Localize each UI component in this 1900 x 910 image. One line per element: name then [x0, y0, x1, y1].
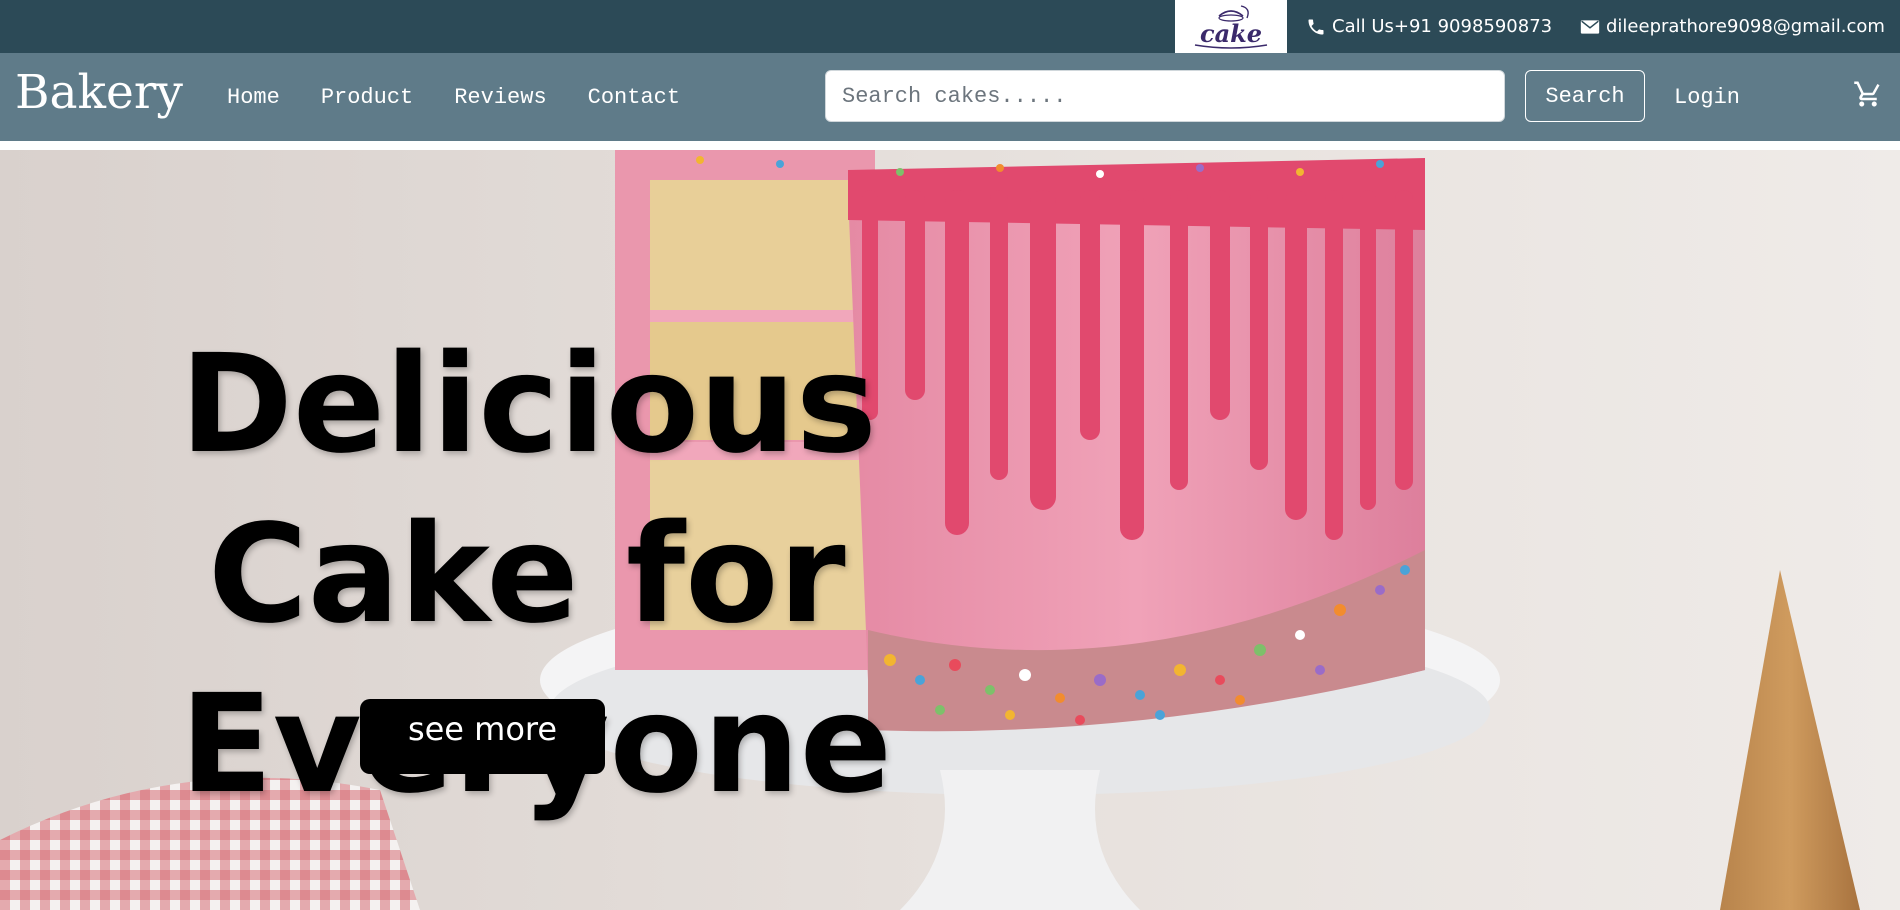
- brand-logo[interactable]: Bakery: [15, 67, 183, 119]
- search-input[interactable]: [825, 70, 1505, 122]
- nav-contact[interactable]: Contact: [588, 85, 680, 110]
- search-button[interactable]: Search: [1525, 70, 1645, 122]
- phone-icon: [1308, 19, 1324, 34]
- main-navbar: Bakery Home Product Reviews Contact Sear…: [0, 53, 1900, 141]
- nav-home[interactable]: Home: [227, 85, 280, 110]
- phone-text: Call Us+91 9098590873: [1332, 16, 1553, 37]
- hero-banner: Delicious Cake for Everyone: [0, 150, 1900, 910]
- nav-links: Home Product Reviews Contact: [227, 53, 721, 141]
- phone-contact[interactable]: Call Us+91 9098590873: [1306, 0, 1552, 53]
- shopping-cart-icon[interactable]: [1853, 79, 1883, 109]
- email-text: dileeprathore9098@gmail.com: [1606, 16, 1885, 37]
- nav-reviews[interactable]: Reviews: [454, 85, 546, 110]
- headline-line-1: Delicious: [180, 326, 877, 484]
- nav-product[interactable]: Product: [321, 85, 413, 110]
- contact-bar: cake Call Us+91 9098590873 dileeprathore…: [0, 0, 1900, 53]
- svg-text:cake: cake: [1200, 19, 1262, 48]
- login-link[interactable]: Login: [1674, 53, 1740, 141]
- cake-logo-icon: cake: [1194, 4, 1268, 49]
- headline-line-2: Cake for: [208, 496, 846, 654]
- envelope-icon: [1580, 19, 1600, 34]
- see-more-button[interactable]: see more: [360, 699, 605, 774]
- cake-logo[interactable]: cake: [1175, 0, 1287, 53]
- email-contact[interactable]: dileeprathore9098@gmail.com: [1580, 0, 1885, 53]
